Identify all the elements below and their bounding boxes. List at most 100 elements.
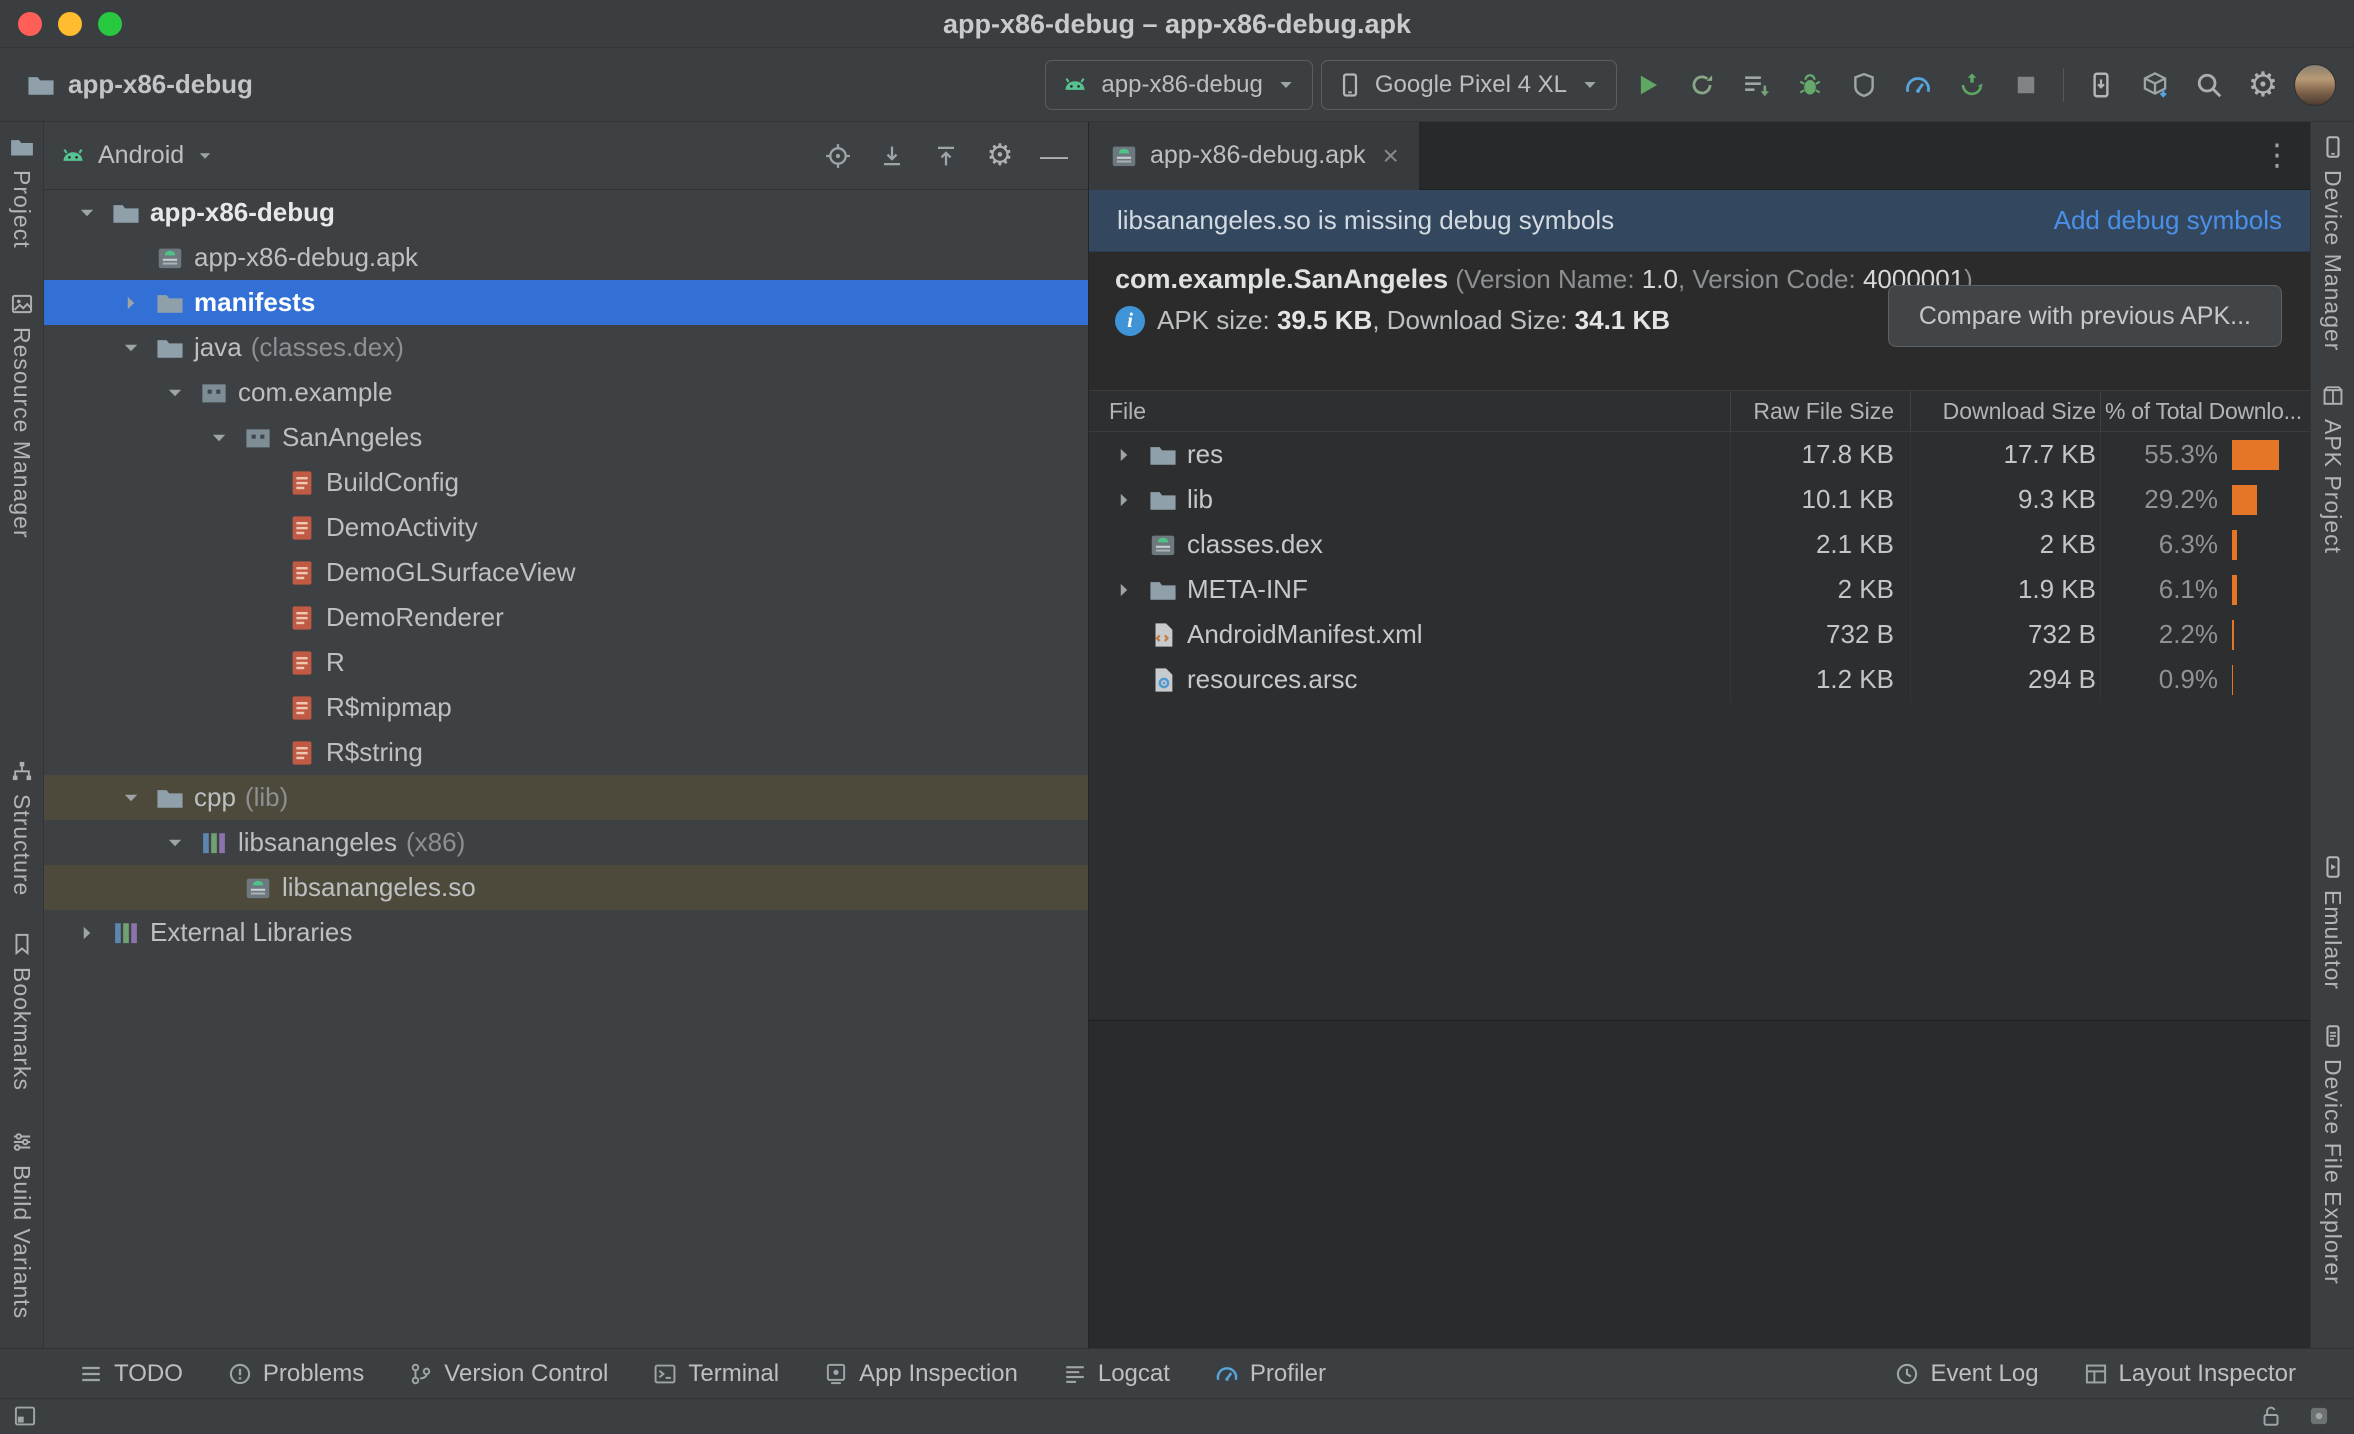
- rerun-button[interactable]: [1679, 62, 1725, 108]
- profiler-button[interactable]: [1895, 62, 1941, 108]
- run-button[interactable]: [1625, 62, 1671, 108]
- tree-item-libsanangeles[interactable]: libsanangeles (x86): [44, 820, 1088, 865]
- readonly-toggle[interactable]: [2258, 1403, 2284, 1429]
- tree-item-app-x86-debug-apk[interactable]: app-x86-debug.apk: [44, 235, 1088, 280]
- table-row-meta-inf[interactable]: META-INF 2 KB 1.9 KB 6.1%: [1089, 567, 2310, 612]
- tree-item-java[interactable]: java (classes.dex): [44, 325, 1088, 370]
- tree-chevron-down[interactable]: [72, 200, 102, 226]
- tree-item-sanangeles[interactable]: SanAngeles: [44, 415, 1088, 460]
- tool-button-problems[interactable]: Problems: [205, 1349, 386, 1399]
- close-tab-icon[interactable]: ×: [1376, 140, 1398, 172]
- notifications-button[interactable]: [2306, 1403, 2332, 1429]
- tree-item-demoglsurfaceview[interactable]: DemoGLSurfaceView: [44, 550, 1088, 595]
- tree-item-label: app-x86-debug: [150, 197, 335, 227]
- tree-chevron-right[interactable]: [116, 290, 146, 316]
- compare-apk-button[interactable]: Compare with previous APK...: [1887, 285, 2282, 347]
- locate-file-icon: [826, 143, 850, 168]
- tree-item-buildconfig[interactable]: BuildConfig: [44, 460, 1088, 505]
- tool-button-layout-inspector[interactable]: Layout Inspector: [2061, 1349, 2318, 1399]
- coverage-button[interactable]: [1841, 62, 1887, 108]
- tree-item-r[interactable]: R: [44, 640, 1088, 685]
- table-row-androidmanifest-xml[interactable]: AndroidManifest.xml 732 B 732 B 2.2%: [1089, 612, 2310, 657]
- apk-file-icon: [1112, 146, 1136, 166]
- stripe-item-apk-project[interactable]: APK Project: [2319, 383, 2346, 554]
- tree-item-com-example[interactable]: com.example: [44, 370, 1088, 415]
- file-name: lib: [1187, 484, 1214, 514]
- sync-button[interactable]: [1949, 62, 1995, 108]
- stripe-item-project[interactable]: Project: [8, 134, 35, 249]
- tool-button-profiler[interactable]: Profiler: [1192, 1349, 1348, 1399]
- editor-options-icon[interactable]: ⋮: [2262, 138, 2292, 173]
- locate-file-button[interactable]: [818, 136, 858, 176]
- tree-item-r-string[interactable]: R$string: [44, 730, 1088, 775]
- tree-item-app-x86-debug[interactable]: app-x86-debug: [44, 190, 1088, 235]
- stripe-item-emulator[interactable]: Emulator: [2319, 854, 2346, 991]
- column-percent-total[interactable]: % of Total Downlo...: [2100, 391, 2310, 431]
- add-debug-symbols-link[interactable]: Add debug symbols: [2054, 205, 2282, 236]
- tree-chevron-down[interactable]: [160, 830, 190, 856]
- tree-item-label: R$mipmap: [326, 692, 452, 722]
- row-chevron-right[interactable]: [1109, 577, 1139, 603]
- expand-all-button[interactable]: [872, 136, 912, 176]
- tree-item-manifests[interactable]: manifests: [44, 280, 1088, 325]
- tool-button-label: Version Control: [444, 1359, 609, 1387]
- run-configuration-select[interactable]: app-x86-debug: [1045, 59, 1313, 110]
- debug-button[interactable]: [1787, 62, 1833, 108]
- tree-item-libsanangeles-so[interactable]: libsanangeles.so: [44, 865, 1088, 910]
- row-chevron-right[interactable]: [1109, 487, 1139, 513]
- row-chevron-right[interactable]: [1109, 442, 1139, 468]
- table-row-classes-dex[interactable]: classes.dex 2.1 KB 2 KB 6.3%: [1089, 522, 2310, 567]
- chevron-down-icon: [199, 152, 211, 159]
- tree-item-demorenderer[interactable]: DemoRenderer: [44, 595, 1088, 640]
- debug-icon: [1799, 73, 1821, 95]
- tree-item-demoactivity[interactable]: DemoActivity: [44, 505, 1088, 550]
- tree-chevron-right[interactable]: [72, 920, 102, 946]
- tree-item-external-libraries[interactable]: External Libraries: [44, 910, 1088, 955]
- table-row-res[interactable]: res 17.8 KB 17.7 KB 55.3%: [1089, 432, 2310, 477]
- stripe-item-bookmarks[interactable]: Bookmarks: [8, 931, 35, 1091]
- tree-chevron-down[interactable]: [204, 425, 234, 451]
- hide-panel-button[interactable]: —: [1034, 136, 1074, 176]
- stripe-item-resource-manager[interactable]: Resource Manager: [8, 291, 35, 538]
- column-file[interactable]: File: [1089, 391, 1730, 431]
- user-avatar[interactable]: [2294, 63, 2336, 106]
- stripe-item-build-variants[interactable]: Build Variants: [8, 1129, 35, 1319]
- stripe-item-structure[interactable]: Structure: [8, 758, 35, 897]
- tree-chevron-down[interactable]: [160, 380, 190, 406]
- device-select[interactable]: Google Pixel 4 XL: [1320, 59, 1617, 110]
- tool-button-logcat[interactable]: Logcat: [1040, 1349, 1192, 1399]
- chevron-down-icon: [80, 209, 94, 216]
- device-manager-button[interactable]: [2132, 62, 2178, 108]
- stripe-item-device-file-explorer[interactable]: Device File Explorer: [2319, 1023, 2346, 1284]
- apk-detail-pane: [1089, 1020, 2310, 1348]
- tool-button-terminal[interactable]: Terminal: [630, 1349, 801, 1399]
- table-row-lib[interactable]: lib 10.1 KB 9.3 KB 29.2%: [1089, 477, 2310, 522]
- chevron-down-icon: [212, 434, 226, 441]
- tool-button-version-control[interactable]: Version Control: [386, 1349, 630, 1399]
- tree-chevron-down[interactable]: [116, 335, 146, 361]
- tool-button-todo[interactable]: TODO: [56, 1349, 205, 1399]
- running-devices-button[interactable]: [2078, 62, 2124, 108]
- stop-button[interactable]: [2003, 62, 2049, 108]
- rerun-icon: [1692, 74, 1713, 94]
- column-raw-file-size[interactable]: Raw File Size: [1730, 391, 1910, 431]
- settings-button[interactable]: ⚙: [2240, 62, 2286, 108]
- collapse-all-button[interactable]: [926, 136, 966, 176]
- tool-windows-button[interactable]: [12, 1403, 38, 1429]
- search-button[interactable]: [2186, 62, 2232, 108]
- tool-button-event-log[interactable]: Event Log: [1872, 1349, 2060, 1399]
- tree-item-label: libsanangeles: [238, 827, 398, 857]
- stripe-item-device-manager[interactable]: Device Manager: [2319, 134, 2346, 351]
- tool-button-app-inspection[interactable]: App Inspection: [801, 1349, 1040, 1399]
- table-row-resources-arsc[interactable]: resources.arsc 1.2 KB 294 B 0.9%: [1089, 657, 2310, 702]
- column-download-size[interactable]: Download Size: [1910, 391, 2100, 431]
- tree-chevron-down[interactable]: [116, 785, 146, 811]
- tree-item-cpp[interactable]: cpp (lib): [44, 775, 1088, 820]
- project-view-selector[interactable]: Android: [58, 141, 216, 171]
- apply-changes-button[interactable]: [1733, 62, 1779, 108]
- panel-settings-button[interactable]: ⚙: [980, 136, 1020, 176]
- tab-app-x86-debug-apk[interactable]: app-x86-debug.apk ×: [1089, 121, 1419, 190]
- tree-item-r-mipmap[interactable]: R$mipmap: [44, 685, 1088, 730]
- structure-icon: [12, 762, 31, 781]
- project-breadcrumb[interactable]: app-x86-debug: [0, 69, 253, 100]
